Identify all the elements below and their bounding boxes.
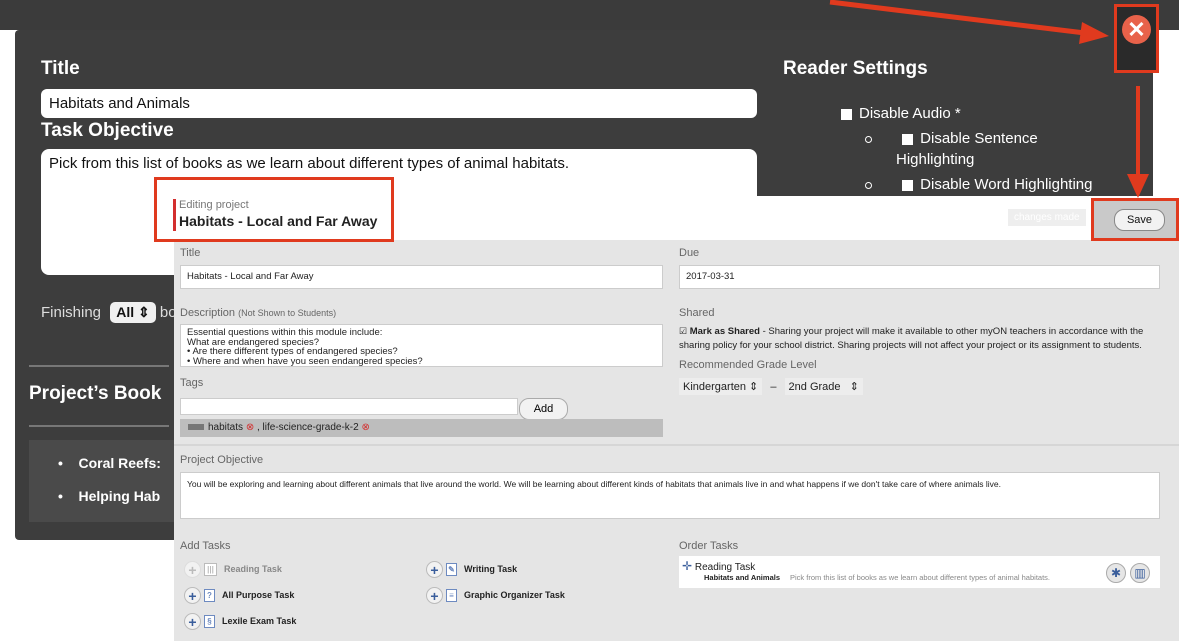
annotation-arrows (829, 0, 1149, 198)
arrow-head-icon (1079, 22, 1109, 44)
arrow-line (829, 0, 1086, 36)
arrow-head-icon (1127, 174, 1149, 198)
